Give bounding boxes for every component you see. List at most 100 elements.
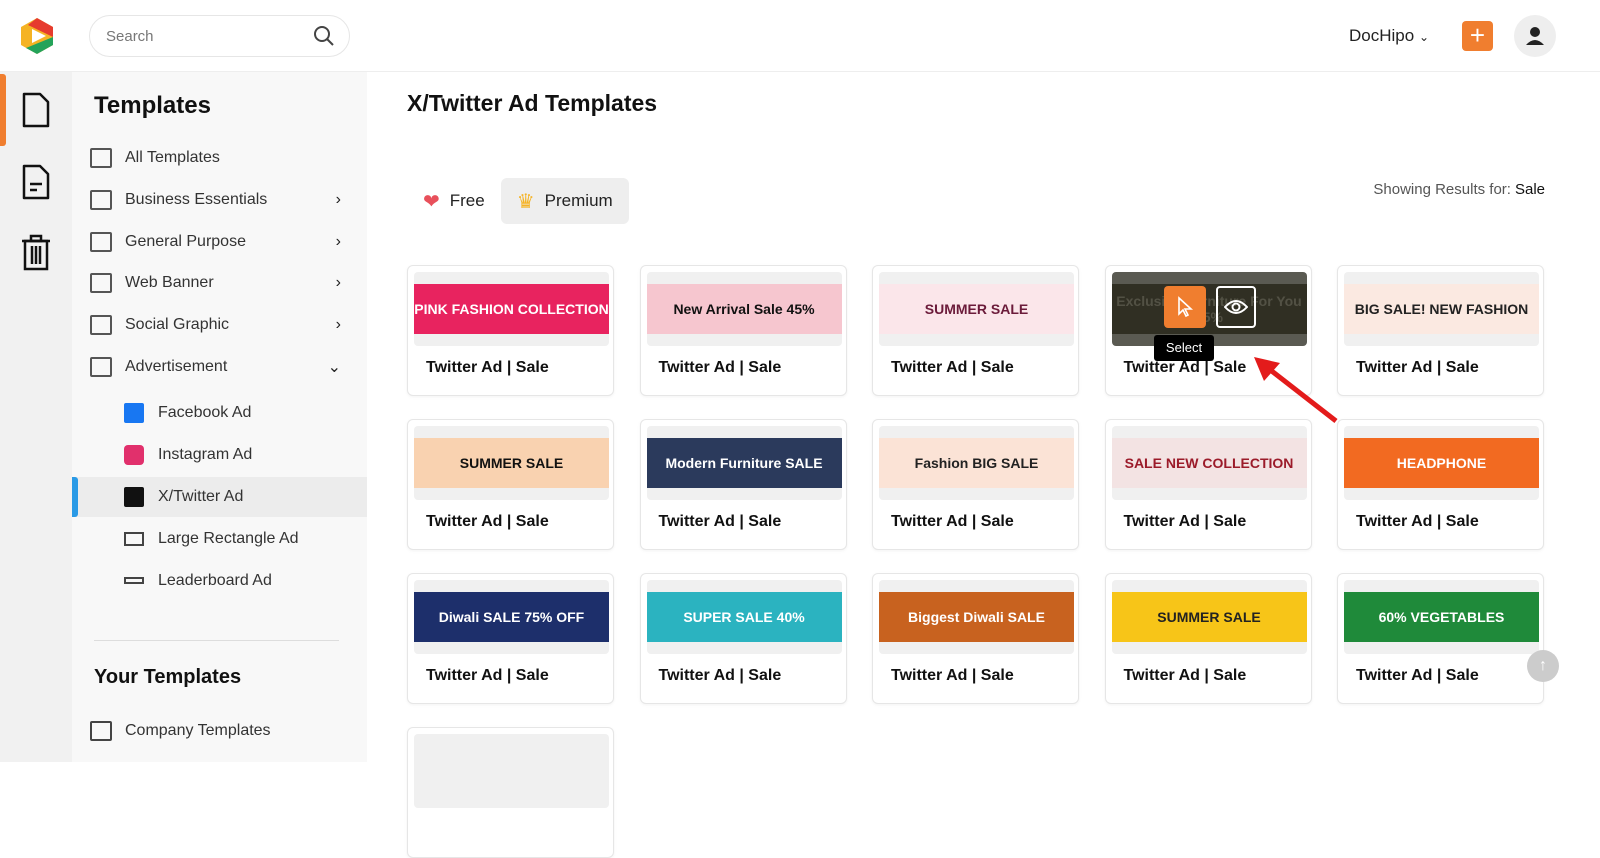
- banner-headline: Biggest Diwali SALE: [879, 592, 1074, 642]
- search-icon[interactable]: [313, 25, 335, 47]
- template-title: Twitter Ad | Sale: [658, 513, 782, 530]
- templates-sidebar: Templates All Templates Business Essentia…: [72, 72, 367, 762]
- template-card[interactable]: SUPER SALE 40% Twitter Ad | Sale: [639, 573, 847, 704]
- pricing-tabs: ❤ Free ♛ Premium: [407, 178, 629, 224]
- template-thumbnail[interactable]: Modern Furniture SALE: [646, 426, 842, 500]
- template-thumbnail[interactable]: SALE NEW COLLECTION: [1111, 426, 1307, 500]
- crown-icon: ♛: [516, 190, 535, 213]
- sidebar-item-large-rectangle-ad[interactable]: Large Rectangle Ad: [72, 519, 367, 559]
- sidebar-item-label: Leaderboard Ad: [158, 572, 272, 589]
- template-card[interactable]: Fashion BIG SALE Twitter Ad | Sale: [872, 419, 1079, 550]
- template-card[interactable]: Biggest Diwali SALE Twitter Ad | Sale: [872, 573, 1079, 704]
- template-title: Twitter Ad | Sale: [1123, 359, 1247, 376]
- template-thumbnail[interactable]: New Arrival Sale 45%: [646, 272, 842, 346]
- banner-headline: SUPER SALE 40%: [646, 592, 842, 642]
- user-avatar[interactable]: [1514, 15, 1556, 57]
- template-title: Twitter Ad | Sale: [658, 359, 782, 376]
- template-thumbnail[interactable]: [414, 734, 609, 808]
- template-card[interactable]: SUMMER SALE Twitter Ad | Sale: [872, 265, 1079, 396]
- sidebar-item-social-graphic[interactable]: Social Graphic ›: [72, 305, 367, 345]
- banner-headline: PINK FASHION COLLECTION: [414, 284, 609, 334]
- template-thumbnail[interactable]: SUPER SALE 40%: [646, 580, 842, 654]
- template-thumbnail[interactable]: 60% VEGETABLES: [1344, 580, 1539, 654]
- template-card[interactable]: SALE NEW COLLECTION Twitter Ad | Sale: [1104, 419, 1312, 550]
- template-title: Twitter Ad | Sale: [658, 667, 782, 684]
- template-card[interactable]: SUMMER SALE Twitter Ad | Sale: [407, 419, 614, 550]
- left-rail: [0, 72, 72, 762]
- template-card[interactable]: New Arrival Sale 45% Twitter Ad | Sale: [639, 265, 847, 396]
- trash-icon[interactable]: [20, 234, 52, 272]
- banner-headline: 60% VEGETABLES: [1344, 592, 1539, 642]
- chevron-icon[interactable]: ⌄: [328, 357, 341, 377]
- template-card[interactable]: BIG SALE! NEW FASHION Twitter Ad | Sale: [1337, 265, 1544, 396]
- sidebar-item-business-essentials[interactable]: Business Essentials ›: [72, 180, 367, 220]
- tab-label: Premium: [544, 191, 613, 210]
- sidebar-item-facebook-ad[interactable]: Facebook Ad: [72, 393, 367, 433]
- red-arrow-annotation: [1254, 357, 1338, 423]
- template-title: Twitter Ad | Sale: [891, 513, 1014, 530]
- template-card[interactable]: [407, 727, 614, 858]
- sidebar-item-label: X/Twitter Ad: [158, 488, 244, 505]
- top-header: Search DocHipo ⌄ +: [0, 0, 1600, 72]
- template-title: Twitter Ad | Sale: [1356, 667, 1479, 684]
- sidebar-item-general-purpose[interactable]: General Purpose ›: [72, 222, 367, 262]
- template-title: Twitter Ad | Sale: [1356, 513, 1479, 530]
- banner-headline: SUMMER SALE: [879, 284, 1074, 334]
- template-thumbnail[interactable]: Biggest Diwali SALE: [879, 580, 1074, 654]
- sidebar-item-company-templates[interactable]: Company Templates: [72, 711, 367, 751]
- tab-premium[interactable]: ♛ Premium: [500, 178, 629, 224]
- sidebar-item-x-twitter-ad[interactable]: X/Twitter Ad: [72, 477, 367, 517]
- tab-free[interactable]: ❤ Free: [407, 178, 501, 224]
- select-button[interactable]: [1163, 286, 1206, 328]
- document-icon[interactable]: [20, 92, 52, 128]
- banner-headline: SUMMER SALE: [1111, 592, 1307, 642]
- template-thumbnail[interactable]: HEADPHONE: [1344, 426, 1539, 500]
- template-thumbnail[interactable]: Fashion BIG SALE: [879, 426, 1074, 500]
- sidebar-item-label: Social Graphic: [125, 316, 230, 334]
- building-icon: [90, 189, 112, 210]
- sidebar-item-leaderboard-ad[interactable]: Leaderboard Ad: [72, 561, 367, 601]
- heart-icon: ❤: [423, 190, 440, 213]
- chevron-icon[interactable]: ›: [336, 316, 341, 334]
- template-card[interactable]: PINK FASHION COLLECTION Twitter Ad | Sale: [407, 265, 614, 396]
- cursor-icon: [1177, 296, 1193, 318]
- sidebar-item-all-templates[interactable]: All Templates: [72, 138, 367, 178]
- template-card[interactable]: Diwali SALE 75% OFF Twitter Ad | Sale: [407, 573, 614, 704]
- template-thumbnail[interactable]: PINK FASHION COLLECTION: [414, 272, 609, 346]
- sidebar-item-label: Business Essentials: [125, 190, 268, 208]
- template-thumbnail[interactable]: SUMMER SALE: [879, 272, 1074, 346]
- chevron-icon[interactable]: ›: [336, 233, 341, 251]
- template-title: Twitter Ad | Sale: [1356, 359, 1479, 376]
- template-card[interactable]: 60% VEGETABLES Twitter Ad | Sale: [1337, 573, 1544, 704]
- banner-headline: New Arrival Sale 45%: [646, 284, 842, 334]
- chevron-icon[interactable]: ›: [336, 274, 341, 292]
- template-title: Twitter Ad | Sale: [426, 359, 549, 376]
- preview-button[interactable]: [1215, 286, 1256, 328]
- add-button[interactable]: +: [1462, 21, 1493, 51]
- template-thumbnail[interactable]: Diwali SALE 75% OFF: [414, 580, 609, 654]
- sidebar-item-instagram-ad[interactable]: Instagram Ad: [72, 435, 367, 475]
- banner-headline: Diwali SALE 75% OFF: [414, 592, 609, 642]
- rectangle-icon: [124, 532, 144, 546]
- template-thumbnail[interactable]: SUMMER SALE: [1111, 580, 1307, 654]
- scroll-to-top-button[interactable]: ↑: [1527, 650, 1559, 682]
- search-input[interactable]: Search: [89, 15, 350, 57]
- banner-headline: SUMMER SALE: [414, 438, 609, 488]
- dochipo-logo[interactable]: [18, 17, 56, 55]
- banner-headline: SALE NEW COLLECTION: [1111, 438, 1307, 488]
- template-thumbnail[interactable]: BIG SALE! NEW FASHION: [1344, 272, 1539, 346]
- template-card[interactable]: HEADPHONE Twitter Ad | Sale: [1337, 419, 1544, 550]
- chevron-down-icon: ⌄: [1418, 30, 1429, 44]
- template-card[interactable]: Modern Furniture SALE Twitter Ad | Sale: [639, 419, 847, 550]
- template-thumbnail[interactable]: SUMMER SALE: [414, 426, 609, 500]
- template-title: Twitter Ad | Sale: [1123, 513, 1247, 530]
- file-text-icon[interactable]: [20, 164, 52, 200]
- workspace-dropdown[interactable]: DocHipo ⌄: [1349, 26, 1429, 46]
- template-title: Twitter Ad | Sale: [891, 667, 1014, 684]
- template-card[interactable]: SUMMER SALE Twitter Ad | Sale: [1104, 573, 1312, 704]
- sidebar-item-web-banner[interactable]: Web Banner ›: [72, 263, 367, 303]
- chevron-icon[interactable]: ›: [336, 191, 341, 209]
- sidebar-item-advertisement[interactable]: Advertisement ⌄: [72, 347, 367, 387]
- facebook-icon: [124, 403, 144, 423]
- template-title: Twitter Ad | Sale: [1123, 667, 1247, 684]
